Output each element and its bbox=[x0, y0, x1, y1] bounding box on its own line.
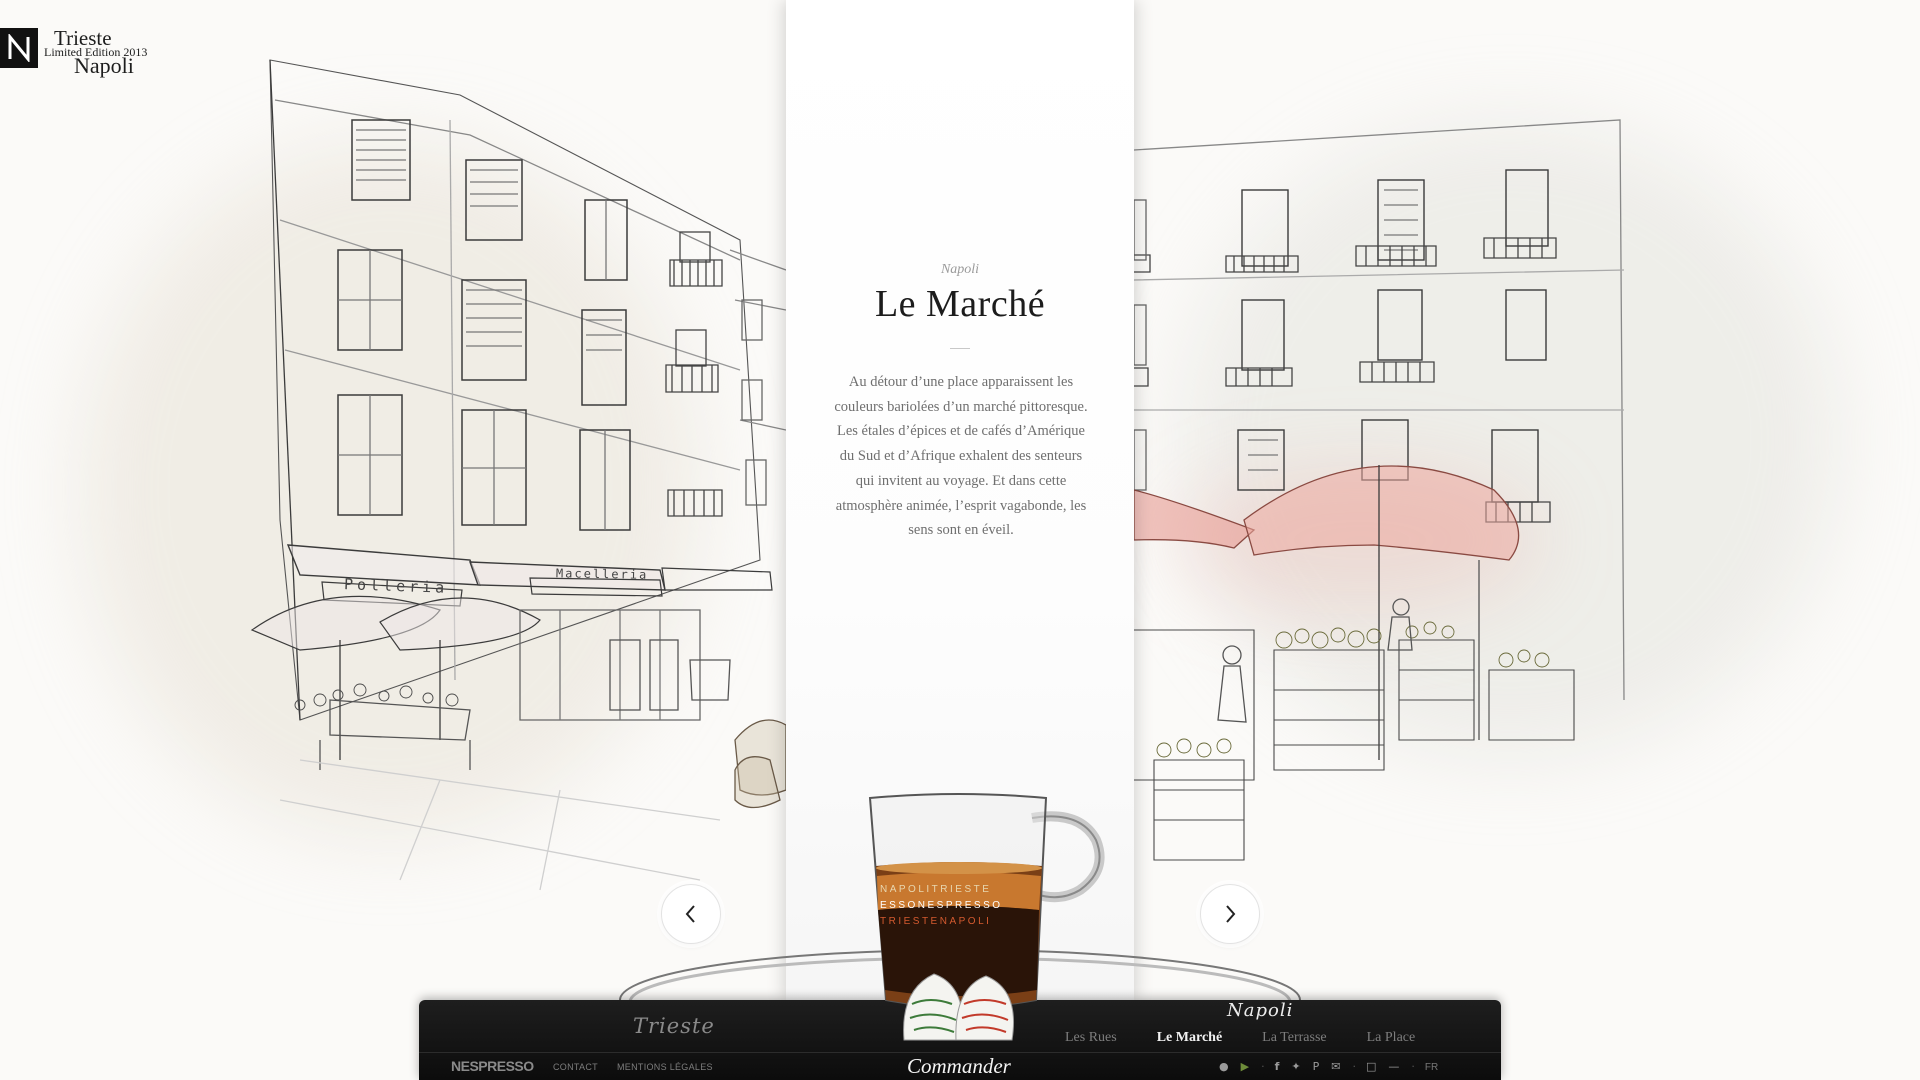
next-arrow-button[interactable] bbox=[1200, 884, 1260, 944]
contact-link[interactable]: CONTACT bbox=[553, 1062, 598, 1072]
nespresso-brand-link[interactable]: NESPRESSO bbox=[451, 1058, 534, 1074]
twitter-icon[interactable]: ✦ bbox=[1291, 1060, 1300, 1074]
card-title: Le Marché bbox=[874, 283, 1046, 325]
cup-band-row-3: TRIESTENAPOLI bbox=[880, 916, 991, 927]
napoli-tabs: Les Rues Le Marché La Terrasse La Place bbox=[1065, 1030, 1455, 1046]
sign-macelleria: Macelleria bbox=[555, 566, 649, 582]
bar-divider bbox=[419, 1052, 1501, 1053]
prev-arrow-button[interactable] bbox=[661, 884, 721, 944]
logo-line-napoli: Napoli bbox=[74, 53, 134, 78]
tab-le-marche[interactable]: Le Marché bbox=[1157, 1030, 1222, 1046]
legal-link[interactable]: MENTIONS LÉGALES bbox=[617, 1062, 713, 1072]
separator-dot: · bbox=[1261, 1060, 1265, 1073]
pinterest-icon[interactable]: P bbox=[1313, 1060, 1320, 1074]
tab-la-terrasse[interactable]: La Terrasse bbox=[1262, 1030, 1326, 1046]
right-market-illustration bbox=[1134, 0, 1920, 1000]
page: Polleria Macelleria Trieste Limited Edit… bbox=[0, 0, 1920, 1080]
coffee-cup-illustration: NAPOLITRIESTE ESSONESPRESSO TRIESTENAPOL… bbox=[868, 793, 1105, 1041]
cup-band-row-2: ESSONESPRESSO bbox=[880, 900, 1003, 911]
card-body: Au détour d’une place apparaissent les c… bbox=[834, 374, 1088, 539]
commander-button[interactable]: Commander bbox=[907, 1054, 1011, 1079]
cup-band-row-1: NAPOLITRIESTE bbox=[880, 884, 991, 895]
language-selector[interactable]: FR bbox=[1425, 1062, 1438, 1073]
separator-dot-3: · bbox=[1411, 1060, 1415, 1073]
sign-polleria: Polleria bbox=[343, 575, 449, 597]
napoli-section-label: Napoli bbox=[1227, 1000, 1294, 1021]
minimize-icon[interactable]: — bbox=[1388, 1060, 1399, 1074]
card-divider bbox=[950, 348, 970, 349]
trieste-section-link[interactable]: Trieste bbox=[633, 1014, 715, 1038]
separator-dot-2: · bbox=[1352, 1060, 1356, 1073]
apple-icon[interactable]: ● bbox=[1219, 1060, 1229, 1074]
mail-icon[interactable]: ✉ bbox=[1331, 1060, 1340, 1074]
social-icons: ● ▶ · f ✦ P ✉ · □ — · FR bbox=[1219, 1060, 1438, 1074]
play-icon[interactable]: ▶ bbox=[1241, 1060, 1249, 1074]
facebook-icon[interactable]: f bbox=[1275, 1060, 1280, 1074]
fullscreen-icon[interactable]: □ bbox=[1366, 1060, 1376, 1074]
left-street-illustration: Polleria Macelleria bbox=[0, 0, 786, 1000]
card-kicker: Napoli bbox=[940, 262, 980, 277]
chevron-right-icon bbox=[1226, 905, 1236, 923]
tab-la-place[interactable]: La Place bbox=[1367, 1030, 1416, 1046]
chevron-left-icon bbox=[685, 905, 695, 923]
nespresso-n-logo[interactable] bbox=[0, 28, 38, 68]
